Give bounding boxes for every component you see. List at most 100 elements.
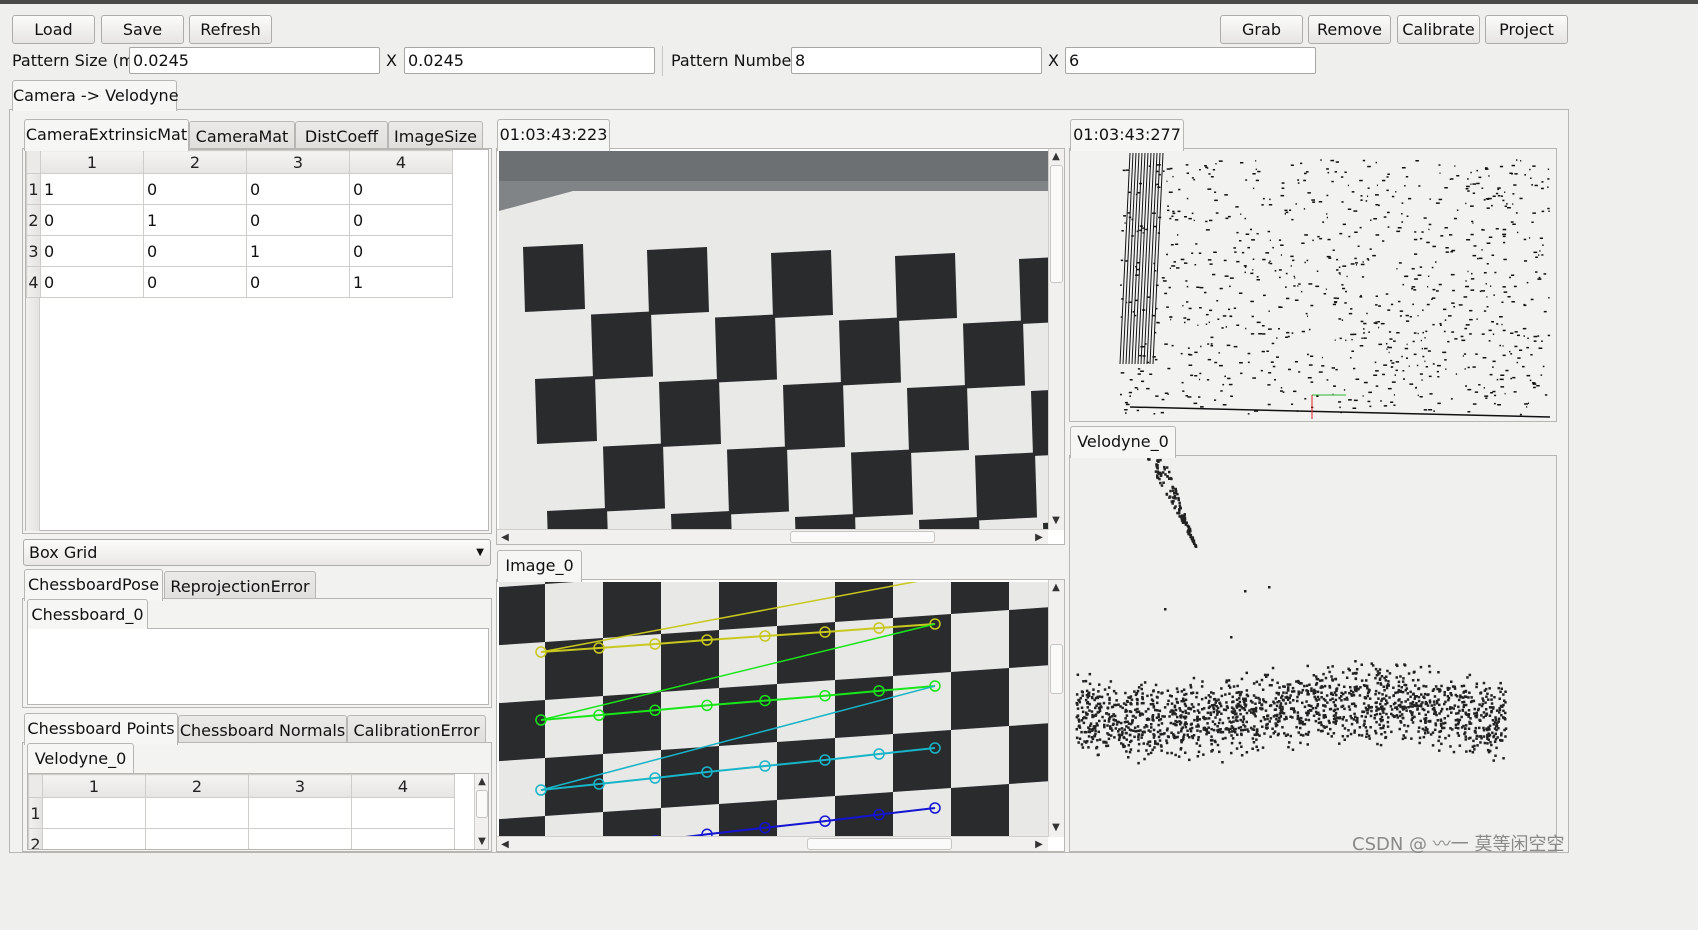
display-mode-select[interactable]: Box Grid ▼ [23, 539, 491, 566]
checker-square [603, 692, 661, 754]
scroll-right-icon[interactable]: ▶ [1032, 532, 1046, 544]
vertical-scrollbar[interactable]: ▲ ▼ [1048, 580, 1064, 837]
lidar-point [1123, 215, 1126, 217]
refresh-button[interactable]: Refresh [189, 15, 272, 44]
cloud-point [1414, 684, 1417, 687]
table-cell[interactable] [351, 797, 455, 829]
cloud-point [1360, 663, 1363, 666]
scrollbar-thumb[interactable] [807, 838, 952, 850]
tab-velodyne-0-points[interactable]: Velodyne_0 [27, 743, 134, 773]
table-cell[interactable]: 0 [246, 266, 350, 298]
tab-chessboard-0[interactable]: Chessboard_0 [27, 599, 148, 629]
tab-dist-coeff[interactable]: DistCoeff [295, 121, 388, 151]
extrinsic-matrix-table[interactable]: 1 2 3 4 1 1 0 0 0 2 0 1 0 0 3 0 0 1 0 4 [25, 149, 489, 531]
table-cell[interactable]: 0 [246, 173, 350, 205]
chessboard-points-table[interactable]: 1 2 3 4 1 2 ▲ ▼ [27, 773, 489, 850]
table-cell[interactable]: 0 [40, 204, 144, 236]
table-cell[interactable] [145, 828, 249, 849]
cloud-point [1196, 715, 1199, 719]
tab-camera-velodyne[interactable]: Camera -> Velodyne [12, 80, 179, 111]
horizontal-scrollbar[interactable]: ◀ ▶ [497, 836, 1048, 851]
remove-button[interactable]: Remove [1308, 15, 1391, 44]
cloud-point [1298, 721, 1301, 725]
table-cell[interactable]: 1 [143, 204, 247, 236]
lidar-point [1323, 293, 1327, 295]
scroll-left-icon[interactable]: ◀ [498, 839, 512, 851]
scrollbar-thumb[interactable] [1050, 644, 1063, 694]
scroll-left-icon[interactable]: ◀ [498, 532, 512, 544]
tab-calibration-error[interactable]: CalibrationError [347, 715, 486, 745]
lidar-point [1440, 324, 1442, 326]
cloud-point [1366, 712, 1369, 715]
table-cell[interactable]: 0 [143, 235, 247, 267]
pattern-size-x-input[interactable]: 0.0245 [129, 47, 380, 74]
calibrate-button[interactable]: Calibrate [1397, 15, 1480, 44]
table-cell[interactable] [248, 828, 352, 849]
scroll-down-icon[interactable]: ▼ [1049, 822, 1063, 834]
table-cell[interactable]: 0 [40, 235, 144, 267]
scrollbar-thumb[interactable] [1050, 165, 1063, 283]
tab-image-0[interactable]: Image_0 [497, 550, 582, 582]
tab-camera-extrinsic-mat[interactable]: CameraExtrinsicMat [24, 119, 189, 151]
table-cell[interactable]: 0 [40, 266, 144, 298]
lidar-point [1497, 195, 1501, 197]
table-cell[interactable] [145, 797, 249, 829]
scroll-down-icon[interactable]: ▼ [475, 836, 488, 848]
save-button[interactable]: Save [101, 15, 184, 44]
pattern-size-y-input[interactable]: 0.0245 [404, 47, 655, 74]
lidar-point [1380, 400, 1382, 402]
lidar-point [1205, 229, 1210, 231]
scroll-up-icon[interactable]: ▲ [1049, 582, 1063, 594]
tab-lidar-timestamp[interactable]: 01:03:43:277 [1070, 119, 1184, 151]
lidar-point [1298, 283, 1301, 285]
pattern-number-x-input[interactable]: 8 [791, 47, 1042, 74]
tab-image-size[interactable]: ImageSize [388, 121, 483, 151]
table-cell[interactable]: 1 [246, 235, 350, 267]
lidar-point [1383, 405, 1388, 407]
cloud-point [1464, 727, 1467, 731]
scroll-right-icon[interactable]: ▶ [1032, 839, 1046, 851]
lidar-point [1542, 365, 1545, 368]
cloud-point [1080, 730, 1083, 734]
cloud-point [1504, 735, 1507, 738]
horizontal-scrollbar[interactable]: ◀ ▶ [497, 529, 1048, 544]
lidar-point [1538, 347, 1543, 349]
scroll-up-icon[interactable]: ▲ [1049, 151, 1063, 163]
vertical-scrollbar[interactable]: ▲ ▼ [474, 774, 488, 849]
table-cell[interactable] [42, 797, 146, 829]
tab-camera-mat[interactable]: CameraMat [189, 121, 295, 151]
grab-button[interactable]: Grab [1220, 15, 1303, 44]
lidar-point [1526, 346, 1529, 349]
table-cell[interactable]: 0 [143, 266, 247, 298]
table-cell[interactable]: 1 [40, 173, 144, 205]
table-cell[interactable] [42, 828, 146, 849]
tab-chessboard-normals[interactable]: Chessboard Normals [178, 715, 347, 745]
lidar-point [1470, 289, 1475, 291]
scrollbar-thumb[interactable] [790, 531, 935, 543]
scroll-up-icon[interactable]: ▲ [475, 776, 488, 788]
tab-chessboard-pose[interactable]: ChessboardPose [24, 569, 163, 601]
table-cell[interactable]: 0 [246, 204, 350, 236]
lidar-point [1221, 327, 1224, 329]
table-cell[interactable] [351, 828, 455, 849]
table-cell[interactable]: 0 [143, 173, 247, 205]
pattern-number-y-input[interactable]: 6 [1065, 47, 1316, 74]
table-cell[interactable]: 1 [349, 266, 453, 298]
vertical-scrollbar[interactable]: ▲ ▼ [1048, 149, 1064, 530]
cloud-point [1462, 696, 1465, 699]
cloud-point [1208, 699, 1211, 703]
tab-velodyne-0-view[interactable]: Velodyne_0 [1070, 426, 1176, 458]
tab-camera-timestamp[interactable]: 01:03:43:223 [497, 119, 610, 151]
scroll-down-icon[interactable]: ▼ [1049, 515, 1063, 527]
tab-chessboard-points[interactable]: Chessboard Points [24, 713, 178, 745]
table-cell[interactable] [248, 797, 352, 829]
load-button[interactable]: Load [12, 15, 95, 44]
tab-reprojection-error[interactable]: ReprojectionError [164, 571, 316, 601]
lidar-point [1476, 318, 1478, 320]
cloud-point [1187, 707, 1190, 710]
scrollbar-thumb[interactable] [476, 790, 488, 818]
project-button[interactable]: Project [1485, 15, 1568, 44]
table-cell[interactable]: 0 [349, 235, 453, 267]
table-cell[interactable]: 0 [349, 173, 453, 205]
table-cell[interactable]: 0 [349, 204, 453, 236]
